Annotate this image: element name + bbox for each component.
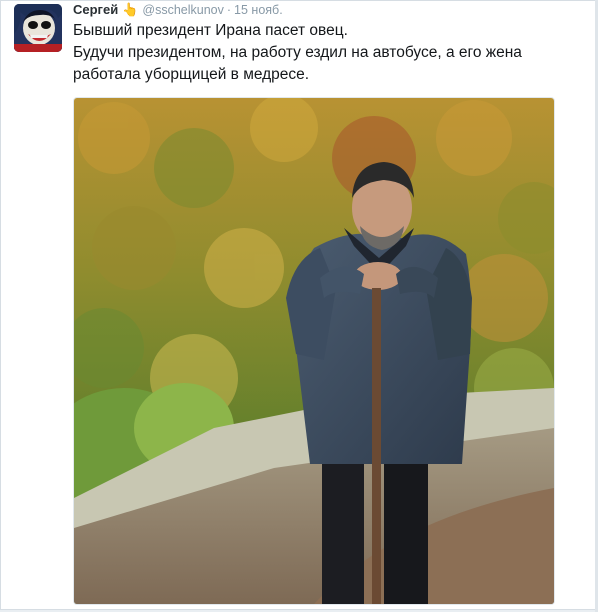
tweet-text-line: Бывший президент Ирана пасет овец. (73, 22, 348, 39)
author-handle[interactable]: @sschelkunov (142, 3, 223, 17)
tweet-header: Сергей 👆 @sschelkunov · 15 нояб. (73, 2, 283, 18)
raised-hand-pointing-up-icon: 👆 (122, 2, 139, 17)
timestamp[interactable]: 15 нояб. (234, 3, 283, 17)
avatar[interactable] (14, 4, 62, 52)
tweet-photo[interactable] (73, 97, 555, 605)
tweet-card: Сергей 👆 @sschelkunov · 15 нояб. Бывший през… (0, 0, 598, 610)
author-name[interactable]: Сергей (73, 2, 118, 17)
separator-dot: · (226, 3, 232, 17)
tweet-text-line: Будучи президентом, на работу ездил на а… (73, 44, 522, 61)
tweet-text-line: работала уборщицей в медресе. (73, 66, 310, 83)
tweet-text: Бывший президент Ирана пасет овец. Будуч… (73, 20, 573, 86)
photo-man-with-stick-in-autumn-forest (74, 98, 554, 604)
avatar-image (14, 4, 62, 52)
